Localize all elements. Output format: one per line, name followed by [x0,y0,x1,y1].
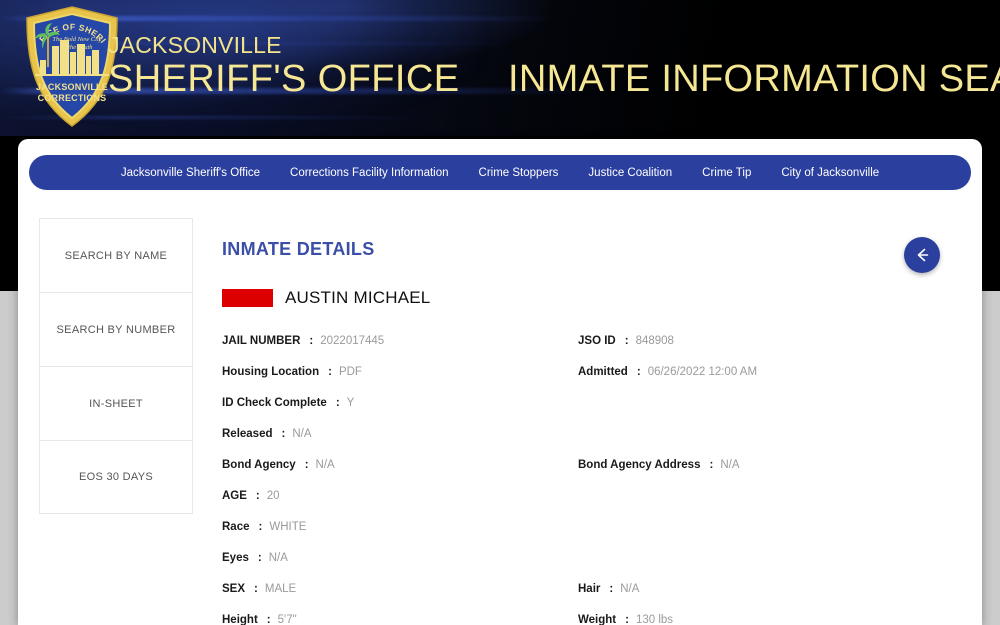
sidebar-item-search-by-number[interactable]: SEARCH BY NUMBER [39,292,193,366]
field-separator: : [309,334,314,347]
field-separator: : [636,365,641,378]
field-label: Eyes [222,551,249,564]
field-value: N/A [268,551,288,564]
masthead-sheriffs-office-text: SHERIFF'S OFFICE [108,58,460,100]
inmate-details-panel: INMATE DETAILS AUSTIN MICHAEL JAIL NUMBE… [222,239,962,625]
field-label: Admitted [578,365,628,378]
field-value: 20 [266,489,280,502]
svg-text:JACKSONVILLE: JACKSONVILLE [36,82,108,92]
field-label: ID Check Complete [222,396,327,409]
field-separator: : [328,365,332,378]
primary-navigation: Jacksonville Sheriff's Office Correction… [29,155,971,190]
field-label: JSO ID [578,334,616,347]
field-weight: Weight : 130 lbs [578,604,962,625]
field-admitted: Admitted : 06/26/2022 12:00 AM [578,356,962,387]
field-value: N/A [315,458,335,471]
sidebar: SEARCH BY NAME SEARCH BY NUMBER IN-SHEET… [39,218,193,514]
field-separator: : [266,613,271,625]
nav-item-crime-stoppers[interactable]: Crime Stoppers [477,165,561,181]
field-id-check-complete: ID Check Complete : Y [222,387,578,418]
field-value: N/A [292,427,312,440]
field-value: PDF [338,365,362,378]
field-label: Released [222,427,273,440]
content-card: Jacksonville Sheriff's Office Correction… [18,139,982,625]
field-label: Race [222,520,250,533]
field-separator: : [258,520,263,533]
back-button[interactable] [904,237,940,273]
field-value: 2022017445 [320,334,385,347]
field-label: SEX [222,582,246,595]
field-age: AGE : 20 [222,480,578,511]
nav-item-jacksonville-sheriffs-office[interactable]: Jacksonville Sheriff's Office [119,165,262,181]
field-jso-id: JSO ID : 848908 [578,325,962,356]
sidebar-item-eos-30-days[interactable]: EOS 30 DAYS [39,440,193,514]
nav-item-corrections-facility-information[interactable]: Corrections Facility Information [288,165,451,181]
field-sex: SEX : MALE [222,573,578,604]
field-value: 06/26/2022 12:00 AM [647,365,758,378]
field-separator: : [304,458,309,471]
sidebar-item-in-sheet[interactable]: IN-SHEET [39,366,193,440]
svg-text:CORRECTIONS: CORRECTIONS [38,93,107,103]
masthead-banner: OFFICE OF SHERIFF The Bold New City of t… [0,0,1000,136]
field-separator: : [254,582,258,595]
inmate-name-row: AUSTIN MICHAEL [222,288,962,308]
field-label: Bond Agency Address [578,458,701,471]
field-label: Hair [578,582,601,595]
sheriff-badge-logo: OFFICE OF SHERIFF The Bold New City of t… [18,0,122,130]
field-value: 5'7" [277,613,297,625]
nav-item-crime-tip[interactable]: Crime Tip [700,165,753,181]
sidebar-item-search-by-name[interactable]: SEARCH BY NAME [39,218,193,292]
inmate-field-grid: JAIL NUMBER : 2022017445 JSO ID : 848908… [222,325,962,625]
field-value: N/A [620,582,640,595]
field-bond-agency-address: Bond Agency Address : N/A [578,449,962,480]
field-height: Height : 5'7" [222,604,578,625]
field-separator: : [609,582,614,595]
field-race: Race : WHITE [222,511,578,542]
field-separator: : [255,489,260,502]
arrow-left-icon [917,248,929,262]
nav-item-city-of-jacksonville[interactable]: City of Jacksonville [779,165,881,181]
field-separator: : [709,458,714,471]
field-separator: : [625,613,629,625]
masthead-jacksonville-text: JACKSONVILLE [108,32,282,58]
inmate-name: AUSTIN MICHAEL [285,288,431,307]
field-housing-location: Housing Location : PDF [222,356,578,387]
page-title: INMATE INFORMATION SEARCH [508,58,1000,100]
field-bond-agency: Bond Agency : N/A [222,449,578,480]
field-label: JAIL NUMBER [222,334,301,347]
field-label: AGE [222,489,247,502]
field-value: N/A [720,458,740,471]
field-separator: : [335,396,340,409]
field-value: WHITE [269,520,307,533]
field-separator: : [624,334,629,347]
field-label: Bond Agency [222,458,296,471]
inmate-details-heading: INMATE DETAILS [222,239,375,259]
field-released: Released : N/A [222,418,578,449]
field-label: Weight [578,613,617,625]
field-value: Y [346,396,355,409]
field-hair: Hair : N/A [578,573,962,604]
field-eyes: Eyes : N/A [222,542,578,573]
field-separator: : [281,427,286,440]
field-separator: : [257,551,262,564]
field-label: Height [222,613,258,625]
field-value: 130 lbs [635,613,674,625]
field-value: MALE [264,582,297,595]
svg-text:The Bold New City: The Bold New City [52,36,101,43]
field-value: 848908 [635,334,674,347]
nav-item-justice-coalition[interactable]: Justice Coalition [586,165,674,181]
field-jail-number: JAIL NUMBER : 2022017445 [222,325,578,356]
field-label: Housing Location [222,365,320,378]
redaction-block [222,289,273,307]
